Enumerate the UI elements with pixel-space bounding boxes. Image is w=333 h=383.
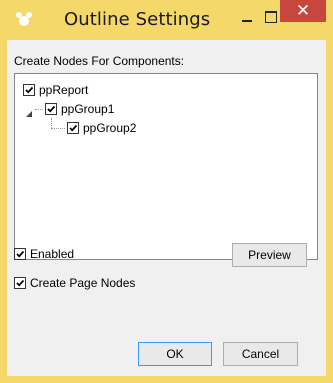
title-bar[interactable]: Outline Settings ✕ bbox=[0, 0, 333, 40]
enabled-checkbox[interactable] bbox=[14, 248, 26, 260]
close-icon: ✕ bbox=[295, 1, 311, 21]
dialog-body: Create Nodes For Components: ppReport pp… bbox=[7, 40, 326, 376]
tree-item-ppgroup2[interactable]: ppGroup2 bbox=[67, 120, 136, 136]
tree-connector bbox=[51, 128, 65, 129]
checkbox-ppreport[interactable] bbox=[23, 84, 35, 96]
tree-connector bbox=[35, 109, 43, 110]
expand-triangle-icon[interactable] bbox=[25, 105, 33, 117]
checkbox-ppgroup2[interactable] bbox=[67, 122, 79, 134]
window-title: Outline Settings bbox=[64, 9, 211, 30]
preview-button[interactable]: Preview bbox=[232, 243, 307, 267]
tree-item-label: ppGroup1 bbox=[61, 102, 115, 116]
maximize-icon[interactable] bbox=[260, 8, 282, 28]
create-page-nodes-option[interactable]: Create Page Nodes bbox=[14, 276, 135, 290]
components-label: Create Nodes For Components: bbox=[14, 54, 185, 68]
tree-item-label: ppReport bbox=[39, 83, 89, 97]
tree-item-label: ppGroup2 bbox=[83, 121, 137, 135]
cancel-button[interactable]: Cancel bbox=[223, 342, 298, 366]
enabled-option[interactable]: Enabled bbox=[14, 247, 74, 261]
outline-settings-window: Outline Settings ✕ Create Nodes For Comp… bbox=[0, 0, 333, 383]
sparkle-app-icon bbox=[14, 10, 34, 30]
create-page-nodes-label: Create Page Nodes bbox=[30, 276, 136, 290]
enabled-label: Enabled bbox=[30, 247, 75, 261]
minimize-icon[interactable] bbox=[236, 8, 258, 28]
tree-item-ppgroup1[interactable]: ppGroup1 bbox=[45, 101, 114, 117]
tree-item-ppreport[interactable]: ppReport bbox=[23, 82, 88, 98]
components-tree[interactable]: ppReport ppGroup1 ppGroup2 bbox=[14, 73, 318, 260]
checkbox-ppgroup1[interactable] bbox=[45, 103, 57, 115]
tree-connector bbox=[51, 118, 52, 128]
create-page-nodes-checkbox[interactable] bbox=[14, 277, 26, 289]
close-button[interactable]: ✕ bbox=[280, 0, 326, 22]
ok-button[interactable]: OK bbox=[138, 342, 212, 366]
